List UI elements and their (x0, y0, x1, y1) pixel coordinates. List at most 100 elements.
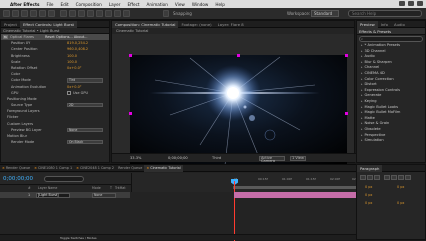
camera-tool-icon[interactable] (39, 10, 46, 17)
transform-handle[interactable] (345, 112, 348, 115)
menu-window[interactable]: Window (192, 2, 209, 7)
tab-effect-controls[interactable]: Effect Controls: Light Burst (20, 20, 78, 28)
timeline-timecode[interactable]: 0;00;00;00 (3, 176, 33, 182)
menu-file[interactable]: File (47, 2, 54, 7)
effect-property-dropdown[interactable]: On Black (67, 140, 103, 145)
composition-subtitle: Cinematic Tutorial (112, 28, 354, 34)
tab-timeline-active[interactable]: ×Cinematic Tutorial (144, 164, 183, 172)
paragraph-tabbar: Paragraph (357, 164, 425, 172)
transform-handle[interactable] (237, 54, 240, 57)
clone-tool-icon[interactable] (96, 10, 103, 17)
tab-audio[interactable]: Audio (391, 21, 408, 28)
snapping-checkbox[interactable] (163, 10, 169, 17)
close-icon[interactable]: × (34, 166, 37, 170)
layer-mode-dropdown[interactable]: None (92, 192, 116, 198)
tab-timeline-label: CINE2048 1 Comp 2 (79, 165, 115, 170)
justify-right-icon[interactable] (398, 175, 404, 180)
justify-all-icon[interactable] (405, 175, 411, 180)
effect-property-dropdown[interactable]: 2D (67, 103, 103, 108)
space-after-field[interactable]: 0 px (397, 201, 404, 205)
toggle-switches-label[interactable]: Toggle Switches / Modes (60, 236, 97, 240)
ruler-tick-label: 01:00f (282, 177, 292, 181)
tab-timeline[interactable]: Render Queue (116, 165, 144, 172)
workspace-dropdown[interactable]: Standard (311, 10, 339, 17)
puppet-tool-icon[interactable] (123, 10, 130, 17)
status-icon[interactable] (408, 1, 414, 6)
layer-row[interactable]: 1 [Light Burst] None (0, 192, 130, 198)
column-number: # (28, 186, 31, 190)
timeline-footer: Toggle Switches / Modes (0, 234, 356, 240)
snapping-label: Snapping (173, 11, 192, 16)
magnification-dropdown[interactable]: 33.3% (130, 156, 141, 160)
composition-timecode[interactable]: 0;00;00;00 (168, 156, 188, 160)
align-right-icon[interactable] (374, 175, 380, 180)
pan-behind-tool-icon[interactable] (48, 10, 55, 17)
tab-project[interactable]: Project (1, 21, 20, 28)
transform-handle[interactable] (129, 112, 132, 115)
indent-first-field[interactable]: 0 px (365, 193, 372, 197)
status-icon[interactable] (417, 1, 423, 6)
tab-preview[interactable]: Preview (357, 20, 378, 28)
layer-name-field[interactable]: [Light Burst] (36, 192, 70, 198)
gpu-checkbox[interactable] (67, 90, 71, 95)
effect-property-dropdown[interactable]: None (67, 127, 103, 133)
tab-layer[interactable]: Layer: Flare 8 (215, 21, 247, 28)
rotate-tool-icon[interactable] (30, 10, 37, 17)
brush-tool-icon[interactable] (87, 10, 94, 17)
menu-view[interactable]: View (175, 2, 185, 7)
layer-duration-bar[interactable] (234, 192, 356, 198)
views-dropdown[interactable]: 1 View (290, 156, 306, 161)
menu-animation[interactable]: Animation (147, 2, 168, 7)
effect-property-row[interactable]: Render Mode On Black (1, 139, 109, 145)
tab-paragraph[interactable]: Paragraph (357, 164, 383, 172)
align-left-icon[interactable] (360, 175, 366, 180)
menu-edit[interactable]: Edit (61, 2, 69, 7)
tab-timeline[interactable]: ×CINE2048 1 Comp 2 (74, 165, 116, 172)
selection-tool-icon[interactable] (3, 10, 10, 17)
effects-presets-title: Effects & Presets (357, 28, 425, 35)
transform-handle[interactable] (129, 54, 132, 57)
transform-handle[interactable] (345, 54, 348, 57)
work-area-bar[interactable] (233, 186, 357, 189)
eraser-tool-icon[interactable] (105, 10, 112, 17)
justify-center-icon[interactable] (391, 175, 397, 180)
tab-timeline[interactable]: ×Render Queue (0, 165, 32, 172)
indent-left-field[interactable]: 0 px (365, 185, 372, 189)
space-before-field[interactable]: 0 px (365, 201, 372, 205)
tab-footage[interactable]: Footage: (none) (178, 21, 214, 28)
mask-tool-icon[interactable] (60, 10, 67, 17)
zoom-tool-icon[interactable] (21, 10, 28, 17)
indent-right-field[interactable]: 0 px (397, 185, 404, 189)
align-center-icon[interactable] (367, 175, 373, 180)
close-icon[interactable]: × (76, 166, 79, 170)
fx-toggle-icon[interactable]: fx (3, 35, 8, 39)
tab-info[interactable]: Info (378, 21, 391, 28)
time-ruler[interactable]: 0f00:15f01:00f01:15f02:00f02:15f (131, 173, 362, 192)
effects-search-input[interactable]: ⌕ (359, 36, 423, 42)
menu-layer[interactable]: Layer (109, 2, 121, 7)
active-camera-dropdown[interactable]: Active Camera (259, 156, 285, 163)
tab-timeline-label: CINE1080 1 Comp 1 (37, 165, 73, 170)
tab-timeline[interactable]: ×CINE1080 1 Comp 1 (32, 165, 74, 172)
timeline-search-input[interactable] (44, 176, 84, 182)
effect-property-dropdown[interactable]: Tint (67, 78, 103, 83)
type-tool-icon[interactable] (78, 10, 85, 17)
close-icon[interactable]: × (146, 166, 149, 170)
effects-category-item[interactable]: Simulation (357, 138, 425, 144)
playhead-line[interactable] (234, 181, 235, 241)
menu-help[interactable]: Help (215, 2, 225, 7)
menu-composition[interactable]: Composition (76, 2, 102, 7)
tab-composition[interactable]: Composition: Cinematic Tutorial (112, 20, 179, 28)
menu-effect[interactable]: Effect (127, 2, 139, 7)
preview-tabbar: Preview Info Audio (357, 20, 425, 28)
menu-after-effects[interactable]: After Effects (10, 2, 40, 7)
roto-brush-tool-icon[interactable] (114, 10, 121, 17)
close-icon[interactable]: × (2, 166, 5, 170)
justify-left-icon[interactable] (384, 175, 390, 180)
help-search-input[interactable]: Search Help (348, 10, 422, 17)
resolution-dropdown[interactable]: Third (212, 156, 221, 160)
ruler-tick-label: 00:15f (258, 177, 268, 181)
pen-tool-icon[interactable] (69, 10, 76, 17)
hand-tool-icon[interactable] (12, 10, 19, 17)
status-icon[interactable] (399, 1, 405, 6)
